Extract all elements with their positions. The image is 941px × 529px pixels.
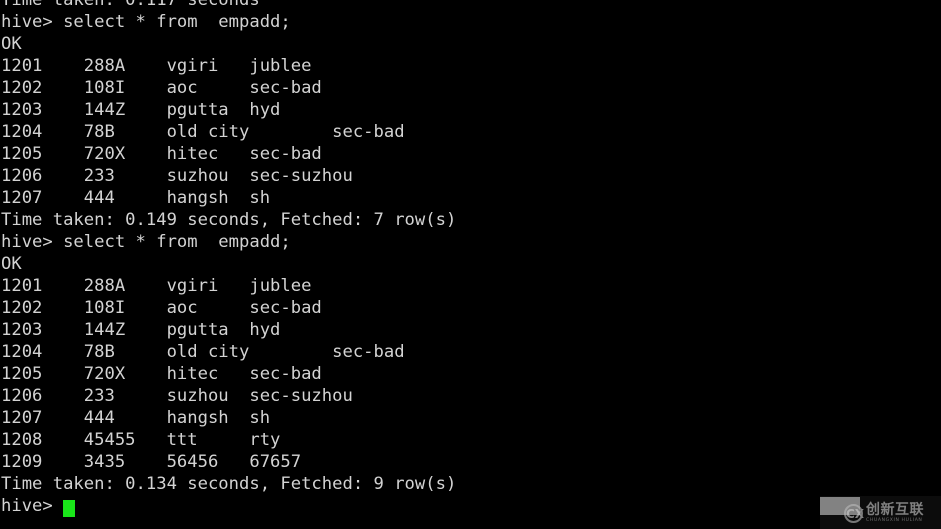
terminal-window[interactable]: Time taken: 0.117 seconds hive> select * … (0, 0, 941, 529)
row-1204-b: 1204 78B old city sec-bad (1, 342, 405, 362)
row-1202-b: 1202 108I aoc sec-bad (1, 298, 322, 318)
status-ok-2: OK (1, 254, 22, 274)
command-2: hive> select * from empadd; (1, 232, 291, 252)
row-1203-a: 1203 144Z pgutta hyd (1, 100, 281, 120)
time-taken-1: Time taken: 0.149 seconds, Fetched: 7 ro… (1, 210, 457, 230)
row-1205-a: 1205 720X hitec sec-bad (1, 144, 322, 164)
terminal-screen-buffer: Time taken: 0.117 seconds hive> select * … (0, 0, 941, 517)
time-taken-2: Time taken: 0.134 seconds, Fetched: 9 ro… (1, 474, 457, 494)
row-1201-a: 1201 288A vgiri jublee (1, 56, 312, 76)
prompt-label: hive> (1, 496, 64, 516)
row-1203-b: 1203 144Z pgutta hyd (1, 320, 281, 340)
row-1209-b: 1209 3435 56456 67657 (1, 452, 302, 472)
row-1207-a: 1207 444 hangsh sh (1, 188, 271, 208)
time-taken-clipped: Time taken: 0.117 seconds (1, 0, 260, 10)
command-1: hive> select * from empadd; (1, 12, 291, 32)
status-ok-1: OK (1, 34, 22, 54)
row-1202-a: 1202 108I aoc sec-bad (1, 78, 322, 98)
active-prompt-line[interactable]: hive> (1, 495, 941, 517)
row-1201-b: 1201 288A vgiri jublee (1, 276, 312, 296)
row-1206-a: 1206 233 suzhou sec-suzhou (1, 166, 353, 186)
row-1207-b: 1207 444 hangsh sh (1, 408, 271, 428)
row-1208-b: 1208 45455 ttt rty (1, 430, 281, 450)
row-1205-b: 1205 720X hitec sec-bad (1, 364, 322, 384)
text-cursor[interactable] (63, 500, 75, 517)
row-1204-a: 1204 78B old city sec-bad (1, 122, 405, 142)
row-1206-b: 1206 233 suzhou sec-suzhou (1, 386, 353, 406)
watermark-pinyin-label: CHUANGXIN HULIAN (866, 518, 923, 524)
